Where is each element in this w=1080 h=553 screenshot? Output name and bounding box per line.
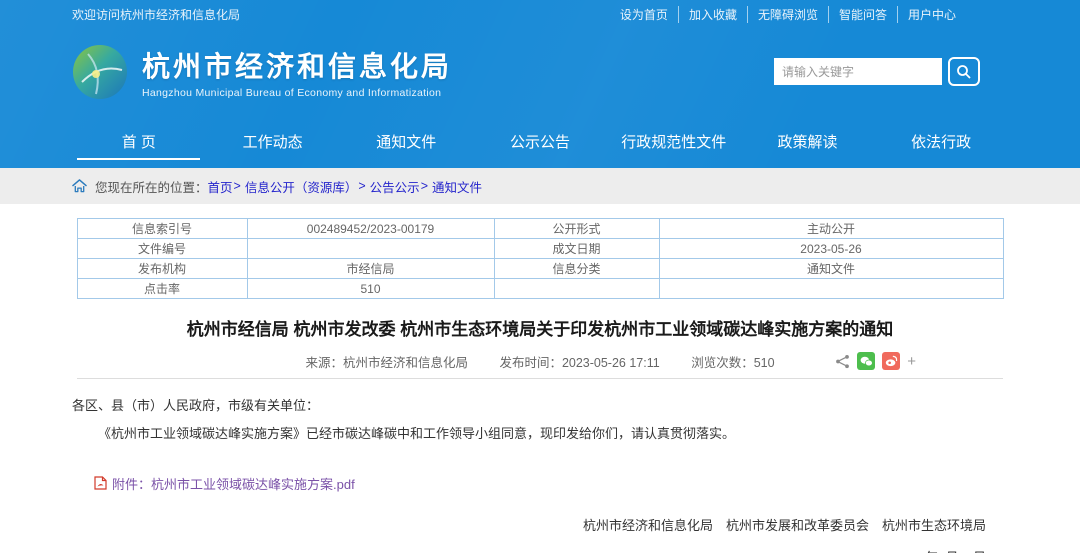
breadcrumb-separator: >	[358, 179, 365, 193]
breadcrumb-separator: >	[421, 179, 428, 193]
written-date-label: 成文日期	[494, 239, 659, 259]
wechat-share-icon[interactable]	[857, 352, 875, 370]
document-number-value	[247, 239, 494, 259]
click-rate-label: 点击率	[77, 279, 247, 299]
bureau-logo	[72, 44, 128, 100]
table-row: 发布机构 市经信局 信息分类 通知文件	[77, 259, 1003, 279]
smart-qa-link[interactable]: 智能问答	[828, 6, 897, 23]
breadcrumb: 您现在所在的位置： 首页 > 信息公开（资源库） > 公告公示 > 通知文件	[0, 168, 1080, 204]
welcome-text: 欢迎访问杭州市经济和信息化局	[72, 6, 240, 23]
header-zone: 欢迎访问杭州市经济和信息化局 设为首页 加入收藏 无障碍浏览 智能问答 用户中心	[0, 0, 1080, 168]
click-rate-value: 510	[247, 279, 494, 299]
empty-value-cell	[659, 279, 1003, 299]
nav-administrative-normative-docs[interactable]: 行政规范性文件	[607, 115, 741, 168]
article-source: 来源：杭州市经济和信息化局	[305, 356, 468, 370]
accessibility-link[interactable]: 无障碍浏览	[747, 6, 828, 23]
article-publish-time: 发布时间：2023-05-26 17:11	[499, 356, 659, 370]
nav-law-based-administration[interactable]: 依法行政	[874, 115, 1008, 168]
home-icon[interactable]	[72, 179, 87, 193]
nav-policy-interpretation[interactable]: 政策解读	[741, 115, 875, 168]
article-body-paragraph: 《杭州市工业领域碳达峰实施方案》已经市碳达峰碳中和工作领导小组同意，现印发给你们…	[72, 424, 1008, 444]
nav-work-dynamics[interactable]: 工作动态	[206, 115, 340, 168]
breadcrumb-home[interactable]: 首页	[208, 177, 233, 196]
masthead: 杭州市经济和信息化局 Hangzhou Municipal Bureau of …	[0, 28, 1080, 115]
add-favorite-link[interactable]: 加入收藏	[678, 6, 747, 23]
breadcrumb-notice-documents[interactable]: 通知文件	[432, 177, 482, 196]
table-row: 文件编号 成文日期 2023-05-26	[77, 239, 1003, 259]
weibo-share-icon[interactable]	[882, 352, 900, 370]
index-number-value: 002489452/2023-00179	[247, 219, 494, 239]
article-view-count: 浏览次数：510	[691, 356, 774, 370]
info-category-value: 通知文件	[659, 259, 1003, 279]
breadcrumb-prefix: 您现在所在的位置：	[95, 177, 208, 196]
top-utility-bar: 欢迎访问杭州市经济和信息化局 设为首页 加入收藏 无障碍浏览 智能问答 用户中心	[0, 0, 1080, 28]
nav-public-announcements[interactable]: 公示公告	[473, 115, 607, 168]
table-row: 点击率 510	[77, 279, 1003, 299]
main-nav: 首 页 工作动态 通知文件 公示公告 行政规范性文件 政策解读 依法行政	[0, 115, 1080, 168]
content-area: 信息索引号 002489452/2023-00179 公开形式 主动公开 文件编…	[72, 218, 1008, 553]
written-date-value: 2023-05-26	[659, 239, 1003, 259]
search-button[interactable]	[948, 57, 980, 86]
more-share-button[interactable]: +	[907, 353, 916, 370]
site-title: 杭州市经济和信息化局	[142, 45, 452, 85]
index-number-label: 信息索引号	[77, 219, 247, 239]
pdf-icon	[94, 476, 107, 490]
info-category-label: 信息分类	[494, 259, 659, 279]
signature-date: 2023年5月18日	[72, 547, 1008, 553]
attachment-link[interactable]: 附件：杭州市工业领域碳达峰实施方案.pdf	[112, 474, 355, 493]
article-salutation: 各区、县（市）人民政府，市级有关单位：	[72, 395, 1008, 414]
search-icon	[956, 64, 972, 80]
attachment-row: 附件：杭州市工业领域碳达峰实施方案.pdf	[94, 474, 1008, 493]
article-meta: 来源：杭州市经济和信息化局 发布时间：2023-05-26 17:11 浏览次数…	[72, 352, 1008, 372]
meta-divider	[77, 378, 1003, 379]
brand-block: 杭州市经济和信息化局 Hangzhou Municipal Bureau of …	[142, 45, 452, 99]
signature-agencies: 杭州市经济和信息化局 杭州市发展和改革委员会 杭州市生态环境局	[72, 515, 1008, 534]
nav-notice-documents[interactable]: 通知文件	[339, 115, 473, 168]
issuing-agency-label: 发布机构	[77, 259, 247, 279]
breadcrumb-separator: >	[234, 179, 241, 193]
search-area	[774, 57, 980, 86]
disclosure-form-value: 主动公开	[659, 219, 1003, 239]
set-homepage-link[interactable]: 设为首页	[610, 6, 678, 23]
nav-home[interactable]: 首 页	[72, 115, 206, 168]
utility-links: 设为首页 加入收藏 无障碍浏览 智能问答 用户中心	[610, 6, 1008, 23]
article-title: 杭州市经信局 杭州市发改委 杭州市生态环境局关于印发杭州市工业领域碳达峰实施方案…	[72, 315, 1008, 340]
disclosure-form-label: 公开形式	[494, 219, 659, 239]
share-icon[interactable]	[835, 354, 850, 369]
issuing-agency-value: 市经信局	[247, 259, 494, 279]
breadcrumb-info-disclosure[interactable]: 信息公开（资源库）	[245, 177, 358, 196]
document-info-table: 信息索引号 002489452/2023-00179 公开形式 主动公开 文件编…	[77, 218, 1004, 299]
table-row: 信息索引号 002489452/2023-00179 公开形式 主动公开	[77, 219, 1003, 239]
user-center-link[interactable]: 用户中心	[897, 6, 966, 23]
document-number-label: 文件编号	[77, 239, 247, 259]
breadcrumb-announcements[interactable]: 公告公示	[370, 177, 420, 196]
empty-label-cell	[494, 279, 659, 299]
search-input[interactable]	[774, 58, 942, 85]
site-subtitle: Hangzhou Municipal Bureau of Economy and…	[142, 87, 452, 99]
share-toolbar: +	[835, 352, 916, 370]
